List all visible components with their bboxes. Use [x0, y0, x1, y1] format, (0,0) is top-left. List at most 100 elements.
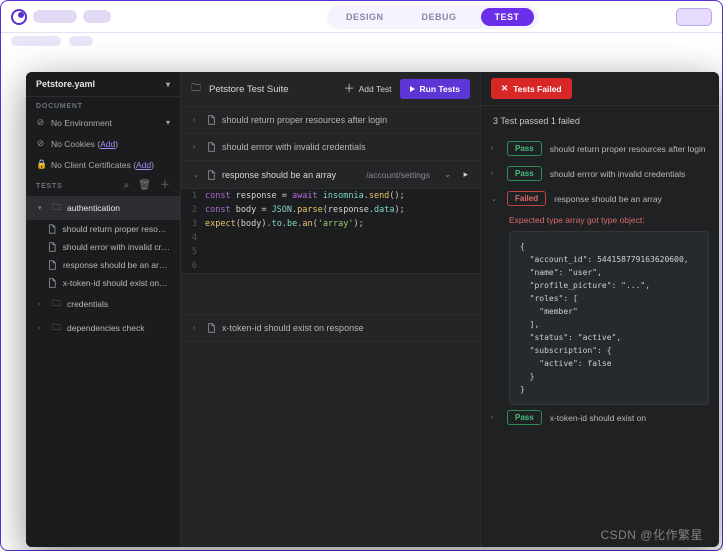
- certs-row: 🔒 No Client Certificates (Add): [26, 154, 180, 175]
- tree-label: authentication: [67, 203, 120, 213]
- tree-file[interactable]: x-token-id should exist on r…: [26, 274, 180, 292]
- tests-section-head: TESTS ⌕ 🗑 ＋: [26, 175, 180, 194]
- suite-panel: 🗀 Petstore Test Suite ＋Add Test Run Test…: [181, 72, 481, 547]
- run-tests-button[interactable]: Run Tests: [400, 79, 470, 99]
- document-icon: [48, 242, 57, 252]
- folder-icon: 🗀: [52, 200, 61, 216]
- request-route[interactable]: /account/settings: [366, 170, 430, 180]
- tests-failed-badge[interactable]: ✕Tests Failed: [491, 78, 572, 99]
- tab-test[interactable]: TEST: [481, 8, 534, 26]
- tree-label: should error with invalid cre…: [63, 242, 170, 252]
- tree-folder[interactable]: › 🗀 credentials: [26, 292, 180, 316]
- document-icon: [207, 142, 216, 152]
- error-json: { "account_id": 544158779163620600, "nam…: [509, 231, 709, 405]
- env-label: No Environment: [51, 118, 112, 128]
- status-badge-pass: Pass: [507, 166, 542, 181]
- chevron-down-icon: ⌄: [491, 195, 499, 203]
- folder-icon: 🗀: [52, 296, 61, 312]
- add-certs-link[interactable]: Add: [136, 160, 151, 170]
- test-row[interactable]: › x-token-id should exist on response: [181, 314, 480, 342]
- placeholder: [11, 36, 61, 46]
- result-label: should return proper resources after log…: [550, 144, 706, 154]
- tests-list: › should return proper resources after lo…: [181, 107, 480, 188]
- chevron-down-icon: ▾: [38, 204, 46, 212]
- document-icon: [48, 278, 57, 288]
- result-label: x-token-id should exist on: [550, 413, 646, 423]
- status-badge-pass: Pass: [507, 141, 542, 156]
- play-icon: [410, 86, 415, 92]
- tab-debug[interactable]: DEBUG: [408, 8, 471, 26]
- tree-file[interactable]: response should be an array: [26, 256, 180, 274]
- code-editor[interactable]: 1const response = await insomnia.send();…: [181, 188, 480, 274]
- tree-folder[interactable]: ▾ 🗀 authentication: [26, 196, 180, 220]
- chevron-down-icon: ▾: [166, 118, 170, 127]
- folder-icon: 🗀: [191, 81, 201, 98]
- result-row[interactable]: ⌄Failedresponse should be an array: [491, 186, 709, 211]
- chevron-down-icon: ▾: [166, 80, 170, 89]
- lock-icon: 🔒: [36, 159, 45, 170]
- chevron-right-icon: ›: [38, 301, 46, 308]
- tree-label: x-token-id should exist on r…: [63, 278, 170, 288]
- tree-file[interactable]: should error with invalid cre…: [26, 238, 180, 256]
- placeholder: [69, 36, 93, 46]
- chevron-right-icon: ›: [193, 117, 201, 124]
- delete-icon[interactable]: 🗑: [138, 181, 151, 191]
- placeholder-pill: [33, 10, 77, 23]
- filter-icon[interactable]: ⌕: [124, 181, 130, 191]
- test-row[interactable]: › should return proper resources after lo…: [181, 107, 480, 134]
- play-icon[interactable]: ▸: [463, 169, 468, 180]
- certs-label: No Client Certificates (Add): [51, 160, 154, 170]
- results-summary: 3 Test passed 1 failed: [481, 106, 719, 136]
- sync-button[interactable]: [676, 8, 712, 26]
- add-test-button[interactable]: ＋Add Test: [344, 84, 392, 94]
- chevron-right-icon: ›: [38, 325, 46, 332]
- result-row[interactable]: › Pass x-token-id should exist on: [491, 405, 709, 430]
- status-badge-pass: Pass: [507, 410, 542, 425]
- results-list: › Pass should return proper resources afte…: [481, 136, 719, 442]
- test-label: should return proper resources after log…: [222, 115, 387, 125]
- close-icon: ✕: [501, 83, 508, 94]
- suite-title: Petstore Test Suite: [209, 84, 289, 95]
- chevron-down-icon[interactable]: ⌄: [444, 169, 452, 180]
- test-label: x-token-id should exist on response: [222, 323, 364, 333]
- file-name: Petstore.yaml: [36, 79, 95, 89]
- section-label-tests: TESTS: [36, 183, 63, 190]
- tree-label: credentials: [67, 299, 108, 309]
- null-icon: ⊘: [36, 117, 45, 128]
- error-message: Expected type array got type object:: [491, 211, 709, 231]
- test-label: response should be an array: [222, 170, 336, 180]
- chevron-right-icon: ›: [193, 144, 201, 151]
- cookies-row: ⊘ No Cookies (Add): [26, 133, 180, 154]
- tree-label: response should be an array: [63, 260, 170, 270]
- add-icon[interactable]: ＋: [160, 181, 170, 191]
- document-icon: [48, 224, 56, 234]
- environment-row[interactable]: ⊘ No Environment ▾: [26, 112, 180, 133]
- tests-tree: ▾ 🗀 authentication should return proper res…: [26, 194, 180, 348]
- subheader: [1, 33, 722, 51]
- result-row[interactable]: ›Passshould errror with invalid credenti…: [491, 161, 709, 186]
- null-icon: ⊘: [36, 138, 45, 149]
- test-label: should errror with invalid credentials: [222, 142, 366, 152]
- cookies-label: No Cookies (Add): [51, 139, 118, 149]
- results-header: ✕Tests Failed: [481, 72, 719, 106]
- document-icon: [207, 323, 216, 333]
- section-label-document: DOCUMENT: [26, 97, 180, 112]
- suite-header: 🗀 Petstore Test Suite ＋Add Test Run Test…: [181, 72, 480, 107]
- tree-file[interactable]: should return proper resourc…: [26, 220, 180, 238]
- chevron-right-icon: ›: [193, 325, 201, 332]
- app-logo-icon: [11, 9, 27, 25]
- folder-icon: 🗀: [52, 320, 61, 336]
- status-badge-fail: Failed: [507, 191, 546, 206]
- file-picker[interactable]: Petstore.yaml ▾: [26, 72, 180, 97]
- document-icon: [207, 170, 216, 180]
- result-row[interactable]: ›Passshould return proper resources afte…: [491, 136, 709, 161]
- sidebar: Petstore.yaml ▾ DOCUMENT ⊘ No Environmen…: [26, 72, 181, 547]
- add-cookies-link[interactable]: Add: [100, 139, 115, 149]
- tab-design[interactable]: DESIGN: [332, 8, 398, 26]
- tree-folder[interactable]: ›🗀dependencies check: [26, 316, 180, 340]
- test-row[interactable]: ⌄ response should be an array/account/set…: [181, 161, 480, 188]
- mode-tabs: DESIGN DEBUG TEST: [327, 5, 539, 29]
- test-app: Petstore.yaml ▾ DOCUMENT ⊘ No Environmen…: [26, 72, 719, 547]
- chevron-right-icon: ›: [491, 414, 499, 421]
- test-row[interactable]: › should errror with invalid credentials: [181, 134, 480, 161]
